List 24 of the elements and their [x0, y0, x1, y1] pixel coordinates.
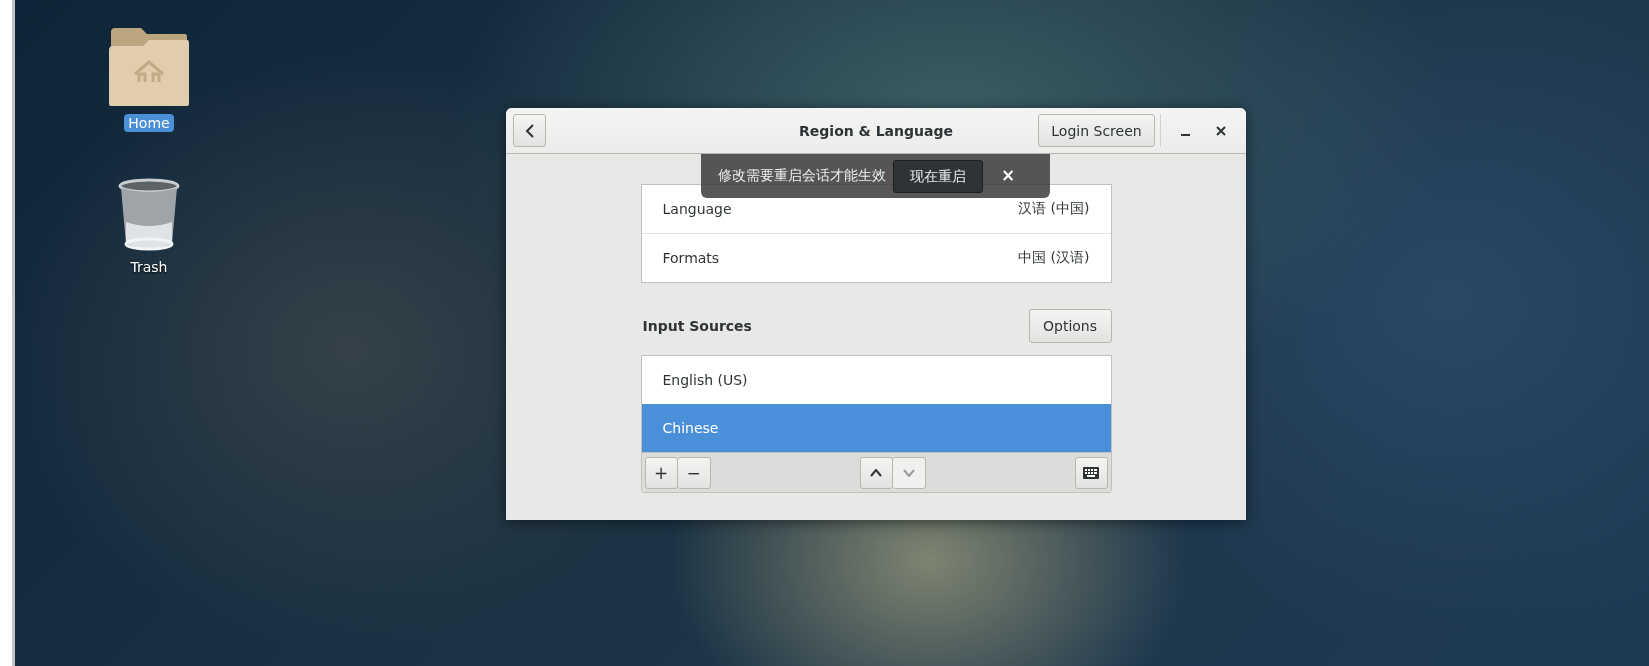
icon-label[interactable]: Trash	[126, 258, 172, 276]
setting-value: 汉语 (中国)	[1018, 200, 1090, 218]
setting-label: Formats	[662, 250, 720, 266]
chevron-up-icon	[870, 468, 882, 477]
login-screen-button[interactable]: Login Screen	[1038, 114, 1155, 147]
minimize-icon	[1180, 133, 1190, 136]
setting-label: Language	[662, 201, 732, 217]
keyboard-button[interactable]	[1074, 456, 1108, 489]
options-button[interactable]: Options	[1028, 309, 1112, 343]
section-heading: Input Sources	[641, 318, 752, 334]
add-button[interactable]: +	[644, 456, 678, 489]
trash-icon[interactable]	[117, 178, 181, 252]
close-icon	[1216, 125, 1226, 136]
restart-now-button[interactable]: 现在重启	[893, 160, 983, 193]
notification-message: 修改需要重启会话才能生效	[718, 167, 886, 185]
keyboard-icon	[1083, 466, 1099, 479]
back-button[interactable]	[513, 114, 546, 147]
close-button[interactable]: ×	[1001, 165, 1016, 185]
window-title: Region & Language	[799, 122, 953, 139]
move-up-button[interactable]	[859, 456, 893, 489]
chevron-down-icon	[902, 468, 915, 477]
remove-button[interactable]: −	[677, 456, 711, 489]
setting-value: 中国 (汉语)	[1018, 249, 1090, 267]
back-icon	[523, 123, 536, 138]
